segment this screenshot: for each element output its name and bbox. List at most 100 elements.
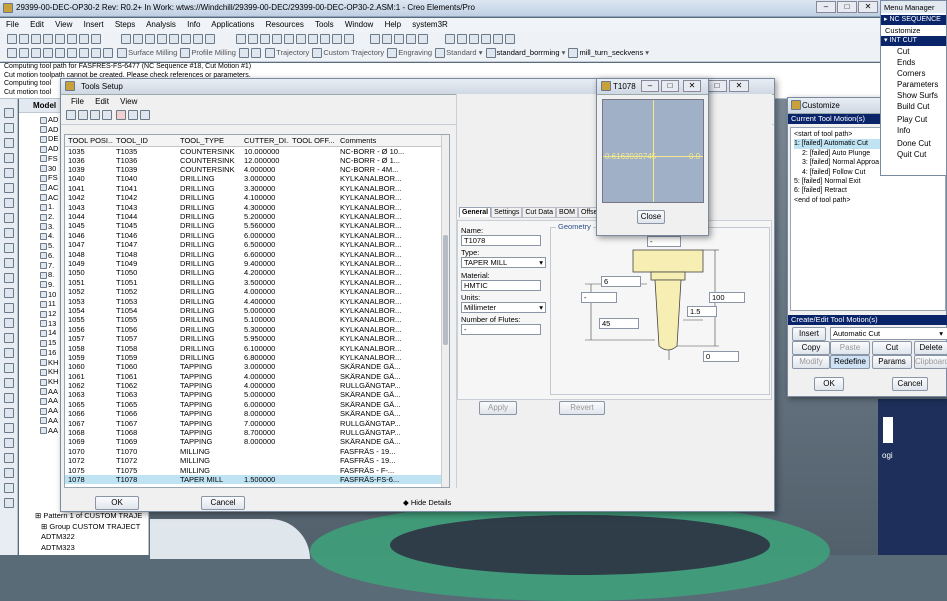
feature-icon[interactable] [4,317,14,328]
modify-button[interactable]: Modify [792,355,830,369]
feature-icon[interactable] [4,122,14,133]
feature-icon[interactable] [4,407,14,418]
find-icon[interactable] [157,34,168,44]
table-row[interactable]: 1044 T1044 DRILLING 5.200000 KYLKANALBOR... [65,212,445,221]
dim-d15-field[interactable]: 1.5 [687,306,717,317]
table-row[interactable]: 1041 T1041 DRILLING 3.300000 KYLKANALBOR... [65,184,445,193]
mill-turn-label[interactable]: mill_turn_seckvens [579,48,643,57]
tool-icon[interactable] [504,34,515,44]
table-row[interactable]: 1045 T1045 DRILLING 5.560000 KYLKANALBOR... [65,221,445,230]
table-icon[interactable] [140,110,151,120]
minimize-button[interactable]: – [816,1,836,13]
feature-icon[interactable] [4,332,14,343]
table-row[interactable]: 1049 T1049 DRILLING 9.400000 KYLKANALBOR... [65,259,445,268]
mill-turn-icon[interactable] [568,48,579,59]
datum-points-icon[interactable] [394,34,405,44]
list-item[interactable]: 6: [failed] Retract [794,186,942,195]
customize-ok-button[interactable]: OK [814,377,844,391]
hidden-line-icon[interactable] [343,34,354,44]
annotations-icon[interactable] [418,34,429,44]
copy-icon[interactable] [79,34,89,44]
feature-icon[interactable] [4,482,14,493]
table-row[interactable]: 1053 T1053 DRILLING 4.400000 KYLKANALBOR... [65,296,445,306]
feature-icon[interactable] [4,467,14,478]
datum-planes-icon[interactable] [370,34,381,44]
standard-icon[interactable] [435,48,446,59]
insert-button[interactable]: Insert [792,327,826,341]
tools-setup-maximize[interactable]: □ [707,80,727,92]
sketch-icon[interactable] [444,34,455,44]
engraving-icon[interactable] [387,48,398,59]
table-row[interactable]: 1070 T1070 MILLING FASFRÄS - 19... [65,447,445,456]
table-row[interactable]: 1069 T1069 TAPPING 8.000000 SKÄRANDE GÄ... [65,437,445,446]
menu-edit[interactable]: Edit [30,20,44,29]
column-header-tool-type[interactable]: TOOL_TYPE [177,135,241,146]
dim-d6-field[interactable]: 6 [601,276,641,287]
feature-icon[interactable] [4,167,14,178]
shading-icon[interactable] [319,34,330,44]
feature-icon[interactable] [4,152,14,163]
units-select[interactable]: Millimeter ▾ [461,302,546,313]
mm-play-cut[interactable]: Play Cut [881,114,946,125]
menu-info[interactable]: Info [187,20,200,29]
open-icon[interactable] [19,34,29,44]
delete-button[interactable]: Delete [914,341,947,355]
mm-info[interactable]: Info [881,125,946,136]
menu-applications[interactable]: Applications [211,20,254,29]
new-icon[interactable] [7,34,17,44]
glasses-icon[interactable] [128,110,139,120]
save-tool-icon[interactable] [90,110,100,120]
tab-settings[interactable]: Settings [491,207,523,218]
mm-ends[interactable]: Ends [881,57,946,68]
int-cut-header[interactable]: ▾ INT CUT [881,36,946,46]
measure-icon[interactable] [468,34,479,44]
hide-details-link[interactable]: ◆ Hide Details [403,498,451,507]
tab-general[interactable]: General [459,207,492,217]
table-row[interactable]: 1066 T1066 TAPPING 8.000000 SKÄRANDE GÄ... [65,409,445,418]
column-header-tool-position[interactable]: TOOL POSI... [65,135,113,146]
tools-setup-close[interactable]: ✕ [729,80,749,92]
plunge-icon[interactable] [251,48,262,59]
table-row[interactable]: 1036 T1036 COUNTERSINK 12.000000 NC-BORR - Ø… [65,156,445,165]
feature-icon[interactable] [4,452,14,463]
paste-button[interactable]: Paste [830,341,870,355]
cut-line-icon[interactable] [239,48,250,59]
dim-length-45-field[interactable]: 45 [599,318,639,329]
table-row[interactable]: 1050 T1050 DRILLING 4.200000 KYLKANALBOR... [65,268,445,277]
table-row[interactable]: 1035 T1035 COUNTERSINK 10.000000 NC-BORR - Ø… [65,146,445,156]
motion-type-select[interactable]: Automatic Cut ▾ [830,327,947,340]
cut-icon[interactable] [67,34,77,44]
tree-item[interactable]: ADTM322 [35,532,142,543]
refit-icon[interactable] [283,34,294,44]
table-row[interactable]: 1039 T1039 COUNTERSINK 4.000000 NC-BORR - 4M… [65,165,445,174]
customize-item[interactable]: Customize [881,25,946,36]
standard-label[interactable]: Standard [446,48,476,57]
table-row[interactable]: 1056 T1056 DRILLING 5.300000 KYLKANALBOR... [65,325,445,334]
mm-show-surfs[interactable]: Show Surfs [881,90,946,101]
list-item[interactable]: <end of tool path> [794,196,942,205]
redo-icon[interactable] [133,34,144,44]
feature-icon[interactable] [4,497,14,508]
feature-icon[interactable] [4,107,14,118]
feature-icon[interactable] [4,287,14,298]
feature-icon[interactable] [4,242,14,253]
mm-corners[interactable]: Corners [881,68,946,79]
custom-trajectory-label[interactable]: Custom Trajectory [323,48,384,57]
copy-button[interactable]: Copy [792,341,830,355]
tab-bom[interactable]: BOM [556,207,578,218]
open-tool-icon[interactable] [78,110,88,120]
feature-icon[interactable] [4,347,14,358]
tree-item[interactable]: ⊞ Group CUSTOM TRAJECT [35,522,142,533]
manufacture-icon[interactable] [480,34,491,44]
table-row[interactable]: 1061 T1061 TAPPING 4.000000 SKÄRANDE GÄ... [65,371,445,381]
tree-item[interactable]: ⊞ Pattern 1 of CUSTOM TRAJE [35,511,142,522]
tools-menu-view[interactable]: View [120,97,137,106]
zoom-out-icon[interactable] [271,34,282,44]
local-mill-icon[interactable] [31,48,41,59]
mm-parameters[interactable]: Parameters [881,79,946,90]
customize-cancel-button[interactable]: Cancel [892,377,928,391]
redefine-button[interactable]: Redefine [830,355,870,369]
menu-file[interactable]: File [6,20,19,29]
column-header-tool-offset[interactable]: TOOL OFF... [289,135,337,146]
trajectory-tool-icon[interactable] [79,48,89,59]
